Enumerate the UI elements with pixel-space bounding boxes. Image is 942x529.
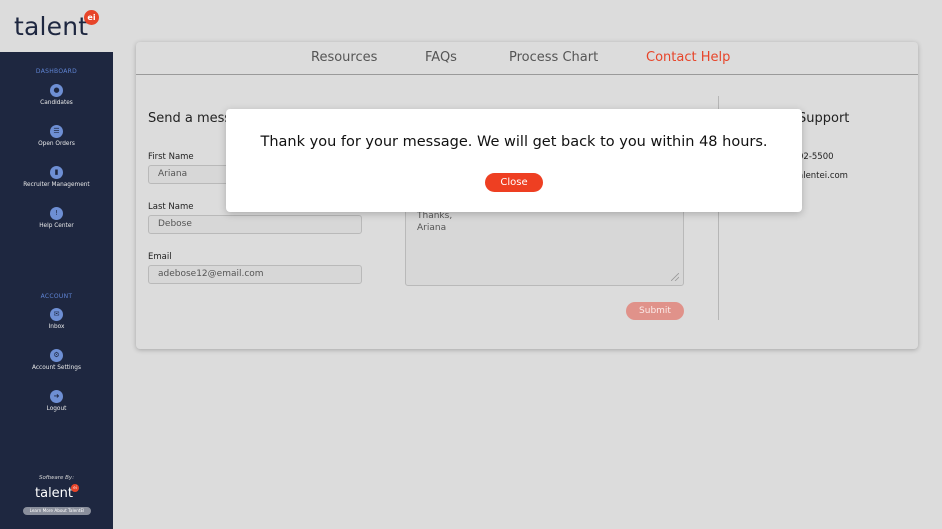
- sidebar-section-account: ACCOUNT: [40, 293, 73, 300]
- message-line: Ariana: [417, 223, 447, 233]
- sidebar-item-inbox[interactable]: ✉ Inbox: [0, 308, 113, 344]
- tab-contact-help[interactable]: Contact Help: [646, 50, 730, 65]
- sidebar-item-label: Candidates: [40, 100, 73, 106]
- footer-logo-badge: ei: [71, 484, 79, 492]
- sidebar-item-label: Recruiter Management: [23, 182, 90, 188]
- resize-handle-icon[interactable]: [671, 273, 679, 281]
- sidebar-section-dashboard: DASHBOARD: [35, 68, 78, 75]
- settings-icon: ⚙: [50, 349, 63, 362]
- software-by-label: Software By:: [38, 475, 75, 481]
- footer-logo: talent: [35, 486, 74, 501]
- talentei-logo[interactable]: talent: [14, 12, 88, 41]
- sidebar-item-label: Account Settings: [31, 365, 82, 371]
- sidebar-item-open-orders[interactable]: ☰ Open Orders: [0, 125, 113, 161]
- candidates-icon: ●: [50, 84, 63, 97]
- tabs-divider: [136, 74, 918, 75]
- email-field[interactable]: adebose12@email.com: [148, 265, 362, 284]
- learn-more-button[interactable]: Learn More About TalentEI: [23, 507, 91, 515]
- sidebar-item-help-center[interactable]: ! Help Center: [0, 207, 113, 243]
- sidebar-item-recruiter-management[interactable]: ▮ Recruiter Management: [0, 166, 113, 202]
- sidebar-item-logout[interactable]: ➜ Logout: [0, 390, 113, 426]
- last-name-label: Last Name: [148, 202, 194, 212]
- email-label: Email: [148, 252, 172, 262]
- sidebar-item-label: Logout: [46, 406, 67, 412]
- logout-icon: ➜: [50, 390, 63, 403]
- form-title: Send a mess: [148, 111, 232, 126]
- logo-badge: ei: [84, 10, 99, 25]
- confirmation-modal: Thank you for your message. We will get …: [226, 109, 802, 212]
- tab-process-chart[interactable]: Process Chart: [509, 50, 598, 65]
- sidebar-item-account-settings[interactable]: ⚙ Account Settings: [0, 349, 113, 385]
- tab-faqs[interactable]: FAQs: [425, 50, 457, 65]
- orders-icon: ☰: [50, 125, 63, 138]
- support-email[interactable]: alentei.com: [798, 171, 848, 181]
- close-button[interactable]: Close: [485, 173, 543, 192]
- recruiter-icon: ▮: [50, 166, 63, 179]
- support-phone: 02-5500: [798, 152, 834, 162]
- inbox-icon: ✉: [50, 308, 63, 321]
- sidebar-item-candidates[interactable]: ● Candidates: [0, 84, 113, 120]
- sidebar-item-label: Open Orders: [38, 141, 75, 147]
- submit-button[interactable]: Submit: [626, 302, 684, 320]
- help-icon: !: [50, 207, 63, 220]
- first-name-label: First Name: [148, 152, 194, 162]
- modal-message: Thank you for your message. We will get …: [260, 134, 768, 150]
- sidebar: DASHBOARD ● Candidates ☰ Open Orders ▮ R…: [0, 52, 113, 529]
- support-title: Support: [798, 111, 850, 126]
- sidebar-item-label: Help Center: [39, 223, 74, 229]
- last-name-field[interactable]: Debose: [148, 215, 362, 234]
- sidebar-item-label: Inbox: [48, 324, 65, 330]
- tab-resources[interactable]: Resources: [311, 50, 377, 65]
